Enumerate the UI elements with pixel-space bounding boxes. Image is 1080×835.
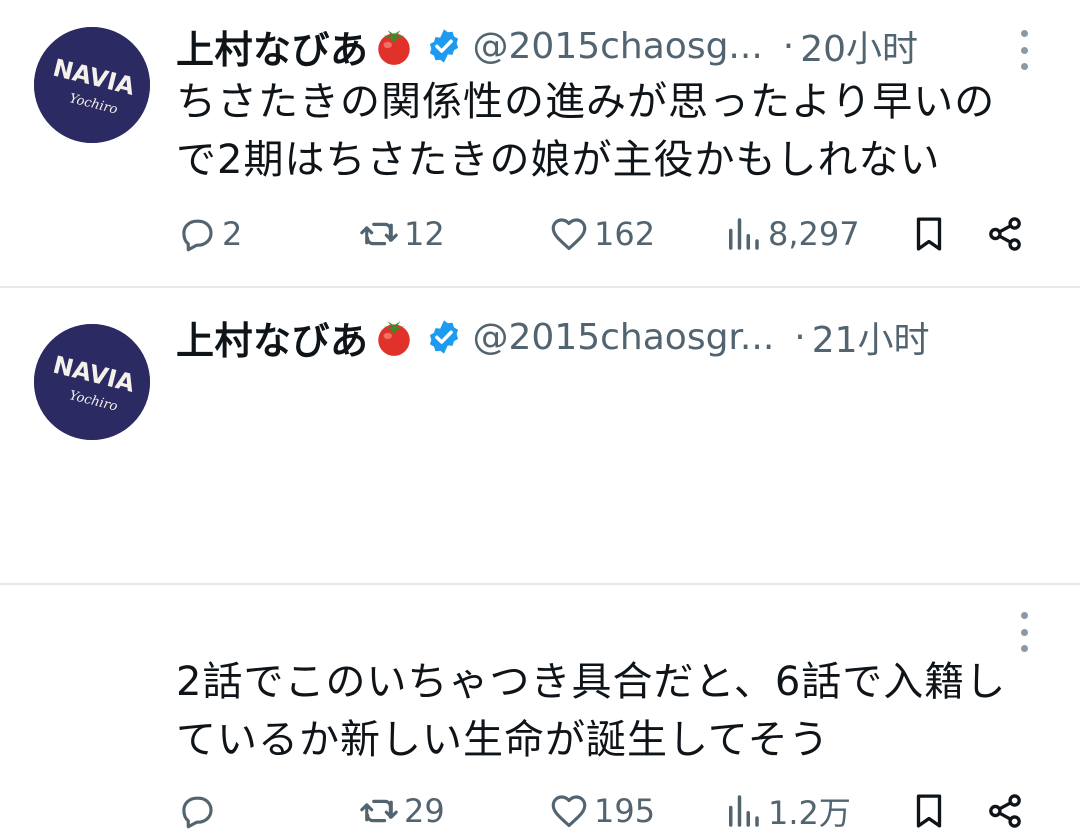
bookmark-icon — [916, 794, 942, 828]
action-bar: 29 195 1.2万 — [0, 787, 1080, 835]
verified-badge-icon — [429, 320, 458, 354]
action-bar: 2 12 162 8,297 — [0, 210, 1080, 258]
tweet-text-line: で2期はちさたきの娘が主役かもしれない — [176, 137, 941, 183]
share-button[interactable] — [984, 210, 1026, 258]
heart-icon — [551, 218, 587, 251]
separator-dot: · — [782, 25, 795, 67]
bookmark-icon — [916, 217, 942, 251]
verified-badge-icon — [429, 29, 458, 63]
reply-icon — [182, 796, 213, 829]
timestamp[interactable]: 20小时 — [800, 20, 918, 72]
views-button[interactable]: 1.2万 — [722, 787, 851, 835]
author-handle[interactable]: @2015chaosg... — [473, 26, 763, 67]
share-button[interactable] — [984, 787, 1026, 835]
heart-icon — [551, 795, 587, 828]
avatar[interactable]: NAVIA Yochiro — [34, 27, 150, 143]
views-button[interactable]: 8,297 — [722, 210, 860, 258]
tweet-text-line: 2話でこのいちゃつき具合だと、6話で入籍し — [176, 659, 1007, 705]
tweet-text-line: ちさたきの関係性の進みが思ったより早いの — [176, 79, 996, 125]
reply-count: 2 — [222, 215, 243, 253]
view-count: 1.2万 — [768, 794, 851, 832]
avatar[interactable]: NAVIA Yochiro — [34, 324, 150, 440]
tomato-emoji — [377, 321, 410, 356]
separator-dot: · — [794, 316, 806, 358]
tweet-text-line: ているか新しい生命が誕生してそう — [176, 717, 830, 763]
tweet-text: 2話でこのいちゃつき具合だと、6話で入籍し ているか新しい生命が誕生してそう — [176, 653, 1056, 769]
author-name[interactable]: 上村なびあ — [176, 19, 369, 74]
tomato-emoji — [377, 30, 410, 65]
like-button[interactable]: 195 — [548, 787, 655, 835]
reply-button[interactable] — [176, 787, 222, 835]
share-icon — [989, 794, 1021, 828]
divider — [0, 583, 1080, 585]
reply-icon — [182, 219, 213, 252]
view-count: 8,297 — [768, 215, 860, 253]
divider — [0, 286, 1080, 288]
tweet[interactable]: NAVIA Yochiro 上村なびあ @2015chaosg... · 20小… — [0, 0, 1080, 274]
views-icon — [729, 795, 759, 827]
retweet-button[interactable]: 29 — [358, 787, 445, 835]
like-button[interactable]: 162 — [548, 210, 655, 258]
timestamp[interactable]: 21小时 — [812, 311, 930, 363]
like-count: 195 — [594, 792, 656, 830]
retweet-count: 12 — [404, 215, 445, 253]
bookmark-button[interactable] — [908, 787, 950, 835]
tweet-text: ちさたきの関係性の進みが思ったより早いの で2期はちさたきの娘が主役かもしれない — [176, 73, 1056, 189]
retweet-count: 29 — [404, 792, 445, 830]
retweet-icon — [360, 799, 398, 823]
author-name[interactable]: 上村なびあ — [176, 310, 369, 365]
share-icon — [989, 217, 1021, 251]
views-icon — [729, 218, 759, 250]
tweet-header: 上村なびあ @2015chaosgr... · 21小时 — [176, 309, 930, 365]
more-icon[interactable] — [1010, 612, 1038, 652]
retweet-button[interactable]: 12 — [358, 210, 445, 258]
author-handle[interactable]: @2015chaosgr... — [473, 317, 775, 358]
more-icon[interactable] — [1010, 30, 1038, 70]
retweet-icon — [360, 222, 398, 246]
like-count: 162 — [594, 215, 656, 253]
bookmark-button[interactable] — [908, 210, 950, 258]
tweet-header: 上村なびあ @2015chaosg... · 20小时 — [176, 18, 918, 74]
reply-button[interactable]: 2 — [176, 210, 242, 258]
